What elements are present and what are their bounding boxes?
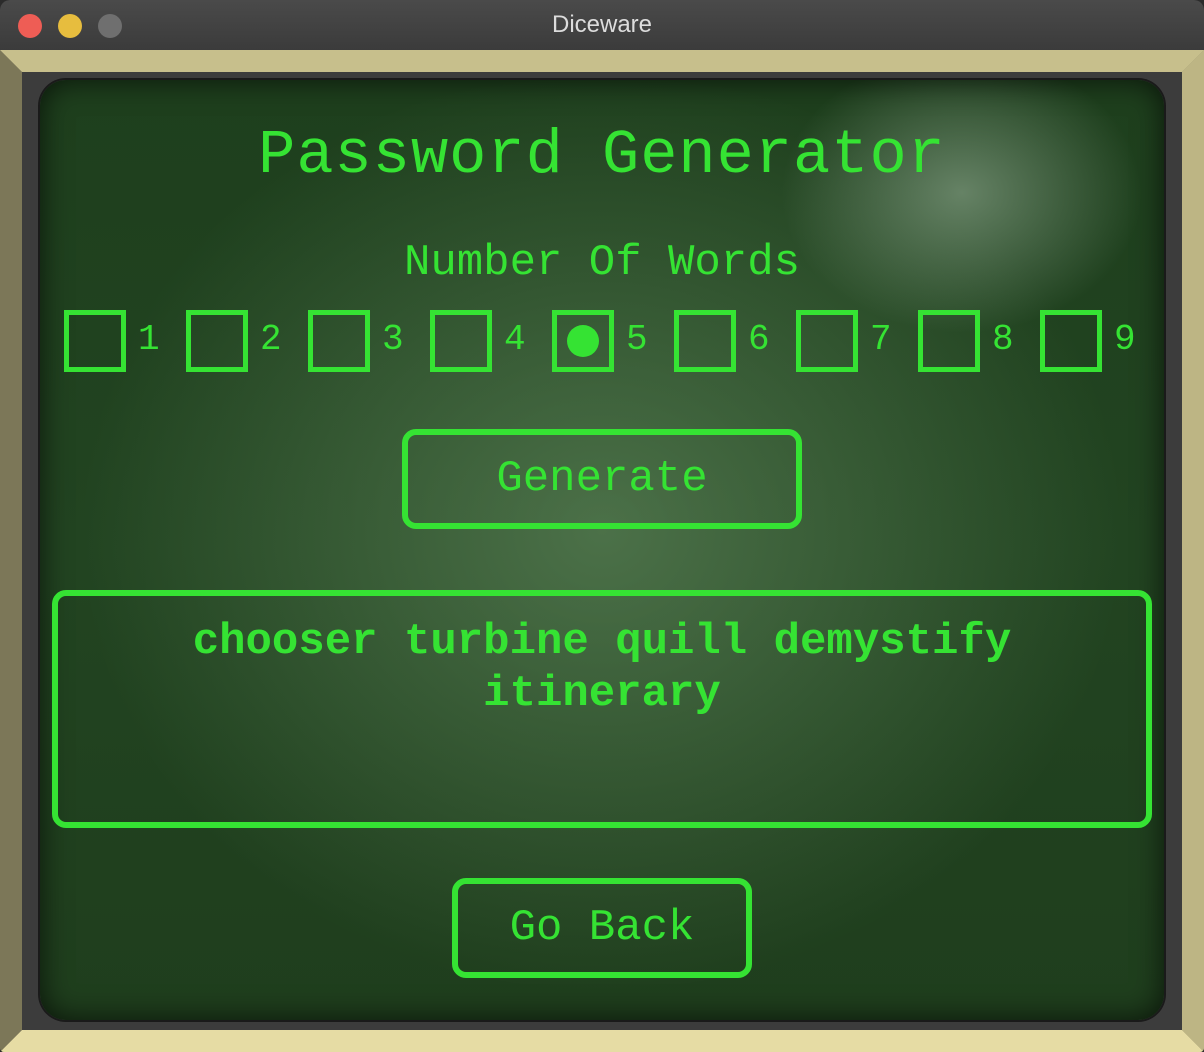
bezel-bottom-edge [0,1030,1204,1052]
word-count-option-label: 9 [1114,319,1136,360]
window-title: Diceware [551,11,653,38]
word-count-checkbox[interactable] [552,310,614,372]
word-count-option-5[interactable]: 5 [552,310,662,372]
word-count-checkbox[interactable] [918,310,980,372]
word-count-checkbox[interactable] [186,310,248,372]
word-count-option-label: 1 [138,319,160,360]
bezel-top-edge [0,50,1204,72]
word-count-option-7[interactable]: 7 [796,310,906,372]
word-count-option-1[interactable]: 1 [64,310,174,372]
word-count-option-label: 6 [748,319,770,360]
crt-screen: Password Generator Number Of Words 1 2 3 4 5… [40,80,1164,1020]
title-bar[interactable]: Diceware [0,0,1204,51]
app-window: Diceware Password Generator Number Of Wo… [0,0,1204,1052]
bezel-right-edge [1182,50,1204,1052]
word-count-option-label: 2 [260,319,282,360]
bezel-left-edge [0,50,22,1052]
password-output[interactable]: chooser turbine quill demystify itinerar… [52,590,1152,828]
word-count-option-2[interactable]: 2 [186,310,296,372]
word-count-checkbox[interactable] [64,310,126,372]
word-count-checkbox[interactable] [1040,310,1102,372]
word-count-option-label: 3 [382,319,404,360]
word-count-checkbox[interactable] [308,310,370,372]
page-title: Password Generator [258,120,946,191]
word-count-option-label: 4 [504,319,526,360]
selected-dot-icon [567,325,599,357]
word-count-option-label: 7 [870,319,892,360]
word-count-option-4[interactable]: 4 [430,310,540,372]
word-count-option-6[interactable]: 6 [674,310,784,372]
word-count-option-8[interactable]: 8 [918,310,1028,372]
word-count-option-label: 8 [992,319,1014,360]
word-count-option-9[interactable]: 9 [1040,310,1150,372]
word-count-option-3[interactable]: 3 [308,310,418,372]
word-count-checkbox[interactable] [430,310,492,372]
word-count-checkbox[interactable] [674,310,736,372]
number-of-words-label: Number Of Words [403,238,801,288]
generate-button[interactable]: Generate [402,429,802,529]
go-back-button[interactable]: Go Back [452,878,752,978]
word-count-option-label: 5 [626,319,648,360]
word-count-checkbox[interactable] [796,310,858,372]
